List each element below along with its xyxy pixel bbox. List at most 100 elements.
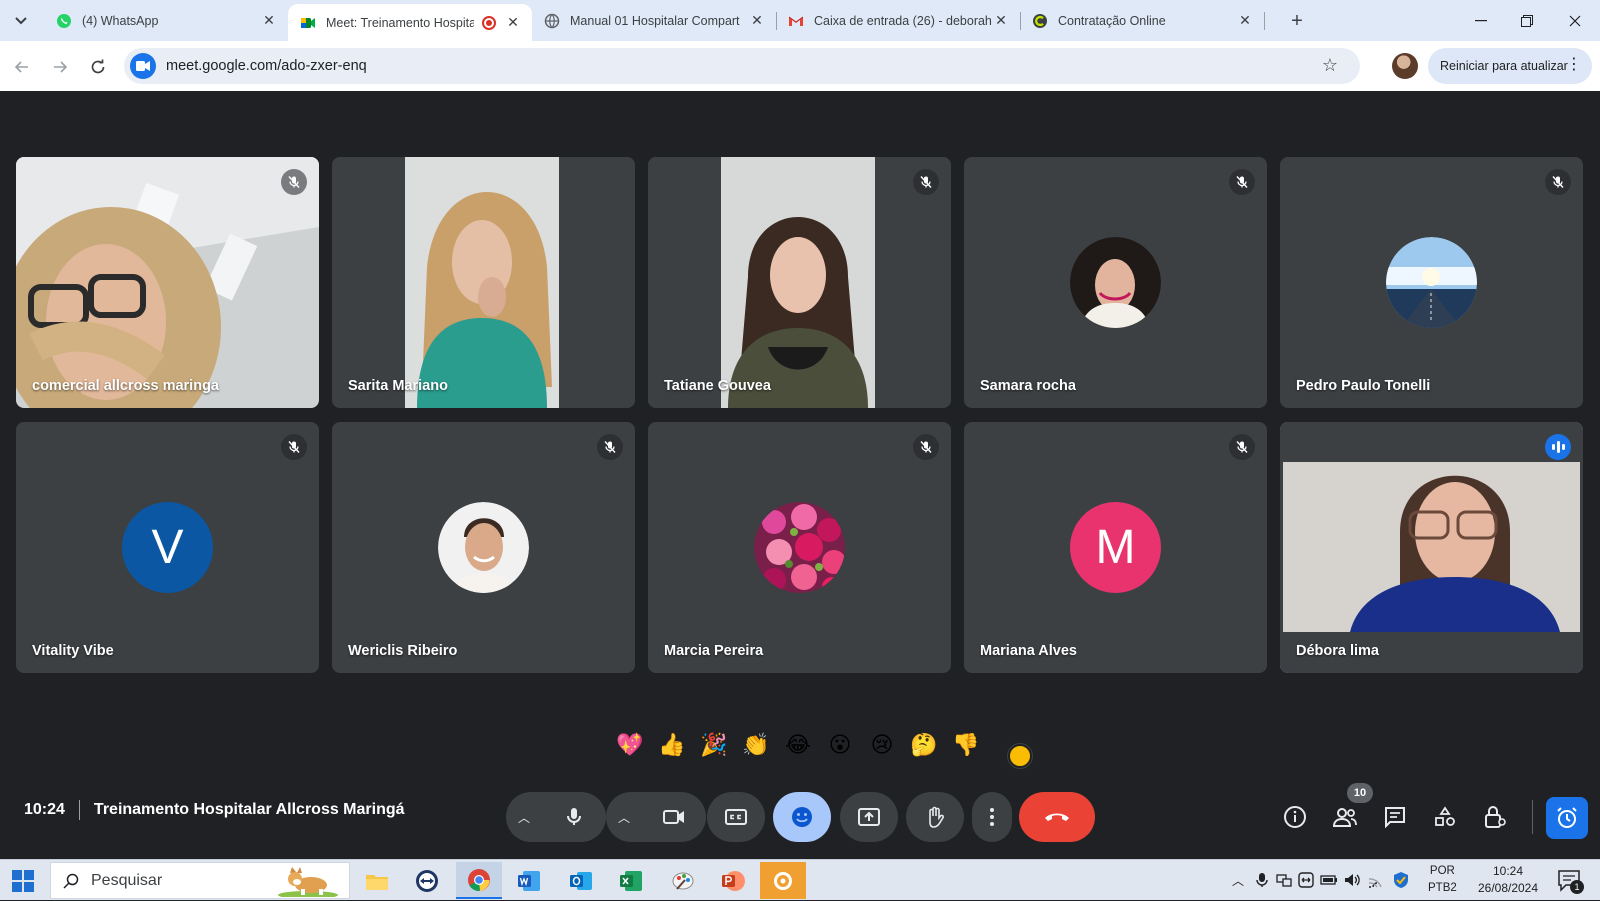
- reaction-thinking[interactable]: 🤔: [906, 727, 942, 763]
- taskbar-excel[interactable]: [608, 862, 654, 899]
- reaction-bar: 💖 👍 🎉 👏 😂 😮 😢 🤔 👎: [612, 724, 984, 766]
- video-camera-icon: [663, 810, 684, 824]
- language-code: POR: [1429, 865, 1455, 877]
- microphone-icon: [567, 808, 581, 825]
- participant-tile[interactable]: Samara rocha: [964, 157, 1267, 408]
- participant-photo: [1386, 237, 1477, 328]
- taskbar-file-explorer[interactable]: [354, 862, 400, 899]
- more-options-button[interactable]: [972, 792, 1012, 842]
- profile-avatar[interactable]: [1392, 53, 1418, 79]
- tab-title: Contratação Online: [1058, 13, 1166, 28]
- reaction-thumbs-up[interactable]: 👍: [654, 727, 690, 763]
- mic-off-icon: [1229, 169, 1255, 195]
- recording-icon: [482, 15, 496, 30]
- taskbar-paint[interactable]: [660, 862, 706, 899]
- close-tab-icon[interactable]: ✕: [504, 14, 522, 32]
- site-info-icon[interactable]: [130, 53, 156, 79]
- reaction-surprised[interactable]: 😮: [822, 727, 858, 763]
- skin-tone-button[interactable]: [1008, 744, 1032, 768]
- taskbar-search[interactable]: Pesquisar: [50, 862, 350, 899]
- windows-start-icon[interactable]: [12, 870, 34, 892]
- participant-tile[interactable]: V Vitality Vibe: [16, 422, 319, 673]
- close-window-button[interactable]: [1552, 0, 1598, 41]
- site-icon: [1032, 13, 1048, 29]
- taskbar-chrome[interactable]: [456, 862, 502, 899]
- people-button[interactable]: [1328, 800, 1362, 834]
- participant-tile[interactable]: M Mariana Alves: [964, 422, 1267, 673]
- divider: [1532, 800, 1533, 834]
- microphone-button[interactable]: [542, 807, 606, 827]
- taskbar-powerpoint[interactable]: [710, 862, 756, 899]
- reaction-laugh[interactable]: 😂: [780, 727, 816, 763]
- mic-off-icon: [913, 169, 939, 195]
- back-button[interactable]: [8, 53, 36, 81]
- new-tab-button[interactable]: +: [1284, 8, 1310, 34]
- excel-icon: [620, 870, 642, 891]
- participant-tile[interactable]: Marcia Pereira: [648, 422, 951, 673]
- reactions-button[interactable]: [773, 792, 831, 842]
- reaction-party[interactable]: 🎉: [696, 727, 732, 763]
- chat-button[interactable]: [1378, 800, 1412, 834]
- mic-off-icon: [597, 434, 623, 460]
- minimize-button[interactable]: [1458, 0, 1504, 41]
- volume-icon[interactable]: [1344, 872, 1362, 888]
- wifi-icon[interactable]: [1368, 872, 1386, 888]
- update-button[interactable]: Reiniciar para atualizar ⋮: [1428, 48, 1592, 84]
- taskbar-teamviewer[interactable]: [404, 862, 450, 899]
- taskbar-recorder[interactable]: [760, 862, 806, 899]
- system-clock[interactable]: 10:24 26/08/2024: [1464, 863, 1552, 897]
- address-bar[interactable]: meet.google.com/ado-zxer-enq ☆: [124, 48, 1360, 84]
- host-controls-button[interactable]: [1478, 800, 1512, 834]
- restore-button[interactable]: [1504, 0, 1550, 41]
- leave-call-button[interactable]: [1019, 792, 1095, 842]
- activities-button[interactable]: [1428, 800, 1462, 834]
- participant-name: comercial allcross maringa: [32, 378, 219, 394]
- close-tab-icon[interactable]: ✕: [1236, 12, 1254, 30]
- participant-tile[interactable]: Tatiane Gouvea: [648, 157, 951, 408]
- participant-photo: [1070, 237, 1161, 328]
- participant-tile[interactable]: comercial allcross maringa: [16, 157, 319, 408]
- captions-button[interactable]: [707, 792, 765, 842]
- tab-search-button[interactable]: [8, 8, 34, 34]
- timer-button[interactable]: [1546, 797, 1588, 839]
- camera-button[interactable]: [642, 809, 706, 825]
- security-shield-icon[interactable]: [1392, 871, 1410, 889]
- audio-options-button[interactable]: ︿: [506, 809, 542, 826]
- reaction-clap[interactable]: 👏: [738, 727, 774, 763]
- participant-tile[interactable]: Wericlis Ribeiro: [332, 422, 635, 673]
- bookmark-star-icon[interactable]: ☆: [1322, 55, 1338, 76]
- language-indicator[interactable]: POR PTB2: [1428, 863, 1457, 897]
- reaction-sad[interactable]: 😢: [864, 727, 900, 763]
- microphone-in-use-icon[interactable]: [1256, 872, 1268, 888]
- close-tab-icon[interactable]: ✕: [748, 12, 766, 30]
- participant-name: Pedro Paulo Tonelli: [1296, 378, 1431, 394]
- participant-tile-active-speaker[interactable]: Débora lima: [1280, 422, 1583, 673]
- speaking-indicator-icon: [1545, 434, 1571, 460]
- notification-count-badge: 1: [1570, 880, 1584, 894]
- teamviewer-tray-icon[interactable]: [1298, 872, 1314, 888]
- participant-photo: [438, 502, 529, 593]
- forward-button[interactable]: [46, 53, 74, 81]
- raise-hand-button[interactable]: [906, 792, 964, 842]
- show-hidden-icons[interactable]: ︿: [1232, 860, 1244, 901]
- close-tab-icon[interactable]: ✕: [992, 12, 1010, 30]
- reload-button[interactable]: [84, 53, 112, 81]
- tab-whatsapp[interactable]: (4) WhatsApp ✕: [44, 0, 289, 41]
- participant-tile[interactable]: Sarita Mariano: [332, 157, 635, 408]
- reaction-thumbs-down[interactable]: 👎: [948, 727, 984, 763]
- network-devices-icon[interactable]: [1276, 872, 1292, 888]
- taskbar-word[interactable]: [506, 862, 552, 899]
- tab-manual[interactable]: Manual 01 Hospitalar Compart ✕: [532, 0, 777, 41]
- reaction-heart[interactable]: 💖: [612, 727, 648, 763]
- video-options-button[interactable]: ︿: [606, 809, 642, 826]
- participant-photo: [754, 502, 845, 593]
- tab-contratacao[interactable]: Contratação Online ✕: [1020, 0, 1265, 41]
- close-tab-icon[interactable]: ✕: [260, 12, 278, 30]
- tab-gmail[interactable]: Caixa de entrada (26) - deborah ✕: [776, 0, 1021, 41]
- taskbar-outlook[interactable]: [558, 862, 604, 899]
- participant-tile[interactable]: Pedro Paulo Tonelli: [1280, 157, 1583, 408]
- meeting-details-button[interactable]: [1278, 800, 1312, 834]
- tab-meet[interactable]: Meet: Treinamento Hospitalar ✕: [288, 4, 532, 41]
- battery-icon[interactable]: [1320, 873, 1338, 887]
- present-screen-button[interactable]: [840, 792, 898, 842]
